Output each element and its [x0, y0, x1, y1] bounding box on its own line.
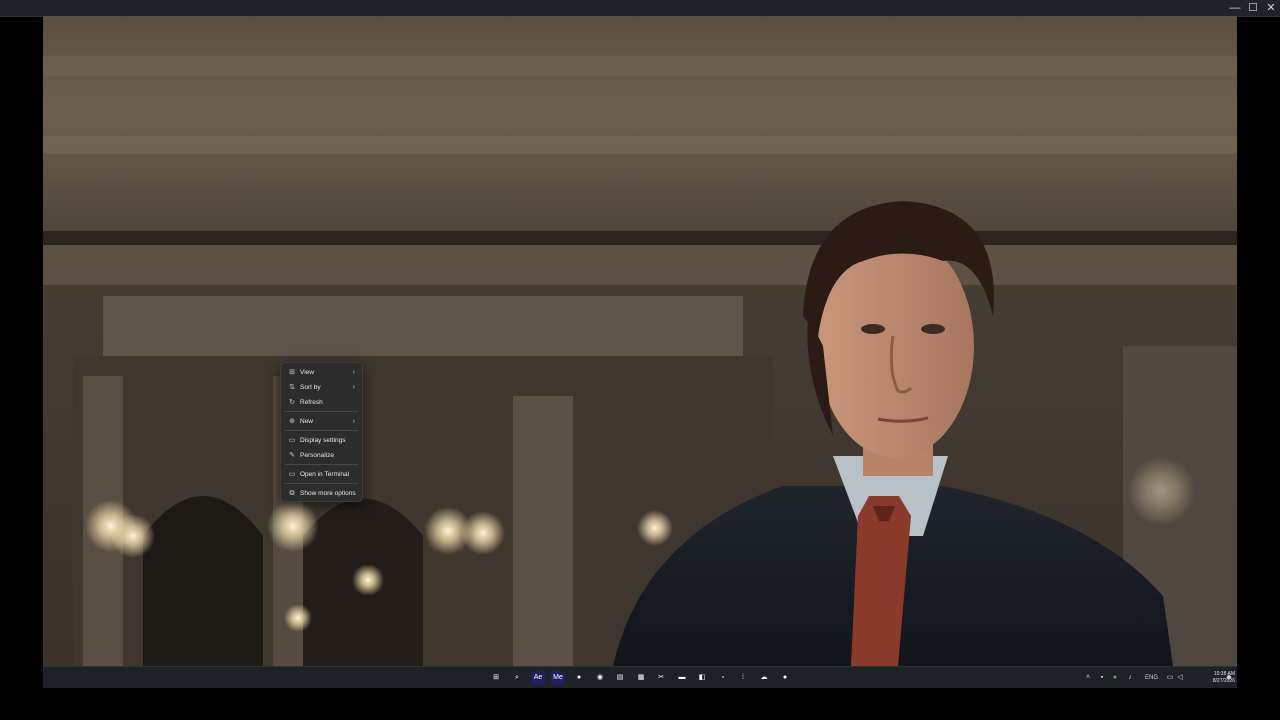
paint-icon[interactable]: ◧	[695, 671, 709, 685]
menu-item-label: View	[300, 369, 314, 376]
onedrive-icon[interactable]: ☁	[757, 671, 771, 685]
display-icon: ▭	[288, 437, 296, 444]
file-explorer-icon[interactable]: ▬	[675, 671, 689, 685]
chevron-right-icon: ›	[352, 418, 355, 425]
refresh-icon: ↻	[289, 399, 295, 406]
remote-desktop[interactable]: ⊞ View › ⇅ Sort by › ↻ Refresh ⊕ New › ▭…	[43, 16, 1237, 688]
record-icon[interactable]: ●	[778, 671, 792, 685]
network-icon[interactable]: ▭	[1165, 672, 1175, 684]
volume-icon[interactable]: ◁	[1175, 672, 1185, 684]
calendar-icon[interactable]: ▦	[634, 671, 648, 685]
menu-item-show-more-options[interactable]: ⧉ Show more options	[284, 487, 359, 500]
menu-item-display-settings[interactable]: ▭ Display settings	[284, 434, 359, 447]
app-dots-icon[interactable]: ⁞	[736, 671, 750, 685]
menu-item-label: Refresh	[300, 399, 323, 406]
new-icon: ⊕	[289, 418, 295, 425]
desktop-wallpaper[interactable]	[43, 16, 1237, 666]
notification-icon[interactable]: ◆	[1225, 672, 1233, 684]
tray-app-icon[interactable]: ▪	[1097, 672, 1107, 684]
microphone-icon[interactable]: ♪	[1125, 672, 1135, 684]
menu-item-new[interactable]: ⊕ New ›	[284, 415, 359, 428]
app-grey-icon[interactable]: ▫	[716, 671, 730, 685]
start-icon[interactable]: ⊞	[489, 671, 503, 685]
brush-icon: ✎	[289, 452, 295, 459]
sort-icon: ⇅	[289, 384, 295, 391]
search-icon[interactable]: ⌕	[510, 671, 524, 685]
menu-item-open-terminal[interactable]: ▭ Open in Terminal	[284, 468, 359, 481]
notes-icon[interactable]: ▤	[613, 671, 627, 685]
menu-item-label: Personalize	[300, 452, 334, 459]
terminal-icon: ▭	[288, 471, 296, 478]
adobe-ae-icon[interactable]: Ae	[531, 671, 545, 685]
adobe-me-icon[interactable]: Me	[551, 671, 565, 685]
menu-item-label: Sort by	[300, 384, 321, 391]
minimize-button[interactable]: —	[1225, 0, 1245, 16]
menu-divider	[285, 411, 358, 412]
capcut-icon[interactable]: ✂	[654, 671, 668, 685]
tray-overflow-chevron-icon[interactable]: ˄	[1083, 672, 1093, 684]
taskbar: ⊞ ⌕ Ae Me ● ◉ ▤ ▦ ✂ ▬ ◧ ▫ ⁞ ☁ ● ˄ ▪ ● ♪ …	[43, 666, 1237, 688]
chevron-right-icon: ›	[352, 384, 355, 391]
chevron-right-icon: ›	[352, 369, 355, 376]
menu-item-sort-by[interactable]: ⇅ Sort by ›	[284, 381, 359, 394]
menu-divider	[285, 430, 358, 431]
menu-item-label: Open in Terminal	[300, 471, 350, 478]
menu-item-label: New	[300, 418, 314, 425]
menu-item-view[interactable]: ⊞ View ›	[284, 366, 359, 379]
menu-item-label: Display settings	[300, 437, 346, 444]
menu-item-label: Show more options	[300, 490, 356, 497]
discord-icon[interactable]: ◉	[593, 671, 607, 685]
menu-item-personalize[interactable]: ✎ Personalize	[284, 449, 359, 462]
chrome-icon[interactable]: ●	[572, 671, 586, 685]
menu-divider	[285, 483, 358, 484]
more-options-icon: ⧉	[289, 490, 295, 497]
language-indicator[interactable]: ENG	[1145, 672, 1158, 684]
window-title-bar: — ☐ ✕	[0, 0, 1280, 17]
close-button[interactable]: ✕	[1261, 0, 1280, 16]
menu-item-refresh[interactable]: ↻ Refresh	[284, 396, 359, 409]
maximize-button[interactable]: ☐	[1243, 0, 1263, 16]
menu-divider	[285, 464, 358, 465]
grid-icon: ⊞	[289, 369, 295, 376]
desktop-context-menu: ⊞ View › ⇅ Sort by › ↻ Refresh ⊕ New › ▭…	[280, 362, 363, 502]
tray-status-icon[interactable]: ●	[1110, 672, 1120, 684]
